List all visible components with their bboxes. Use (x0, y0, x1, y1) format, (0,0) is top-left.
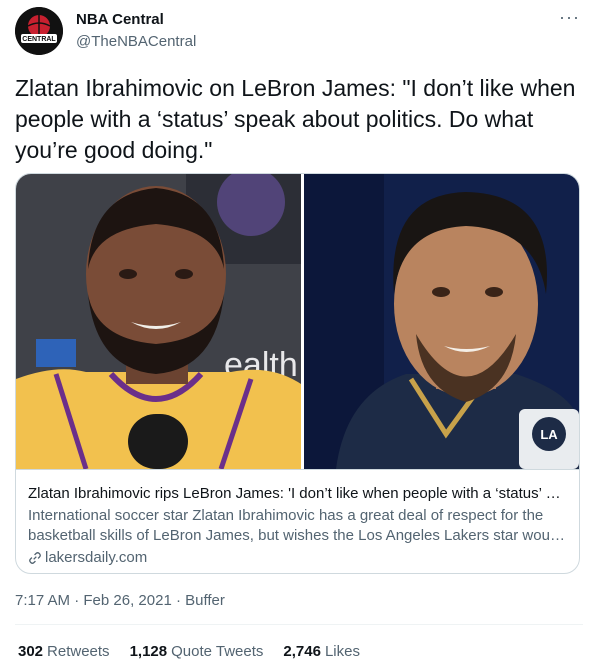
divider (15, 624, 583, 625)
quote-tweets-count: 1,128 (129, 643, 168, 660)
tweet-date[interactable]: Feb 26, 2021 (83, 592, 171, 609)
card-body: Zlatan Ibrahimovic rips LeBron James: 'I… (16, 469, 579, 573)
tweet-meta: 7:17 AM · Feb 26, 2021 · Buffer (15, 591, 225, 610)
likes-count: 2,746 (283, 643, 321, 660)
card-description: International soccer star Zlatan Ibrahim… (28, 507, 562, 544)
card-title[interactable]: Zlatan Ibrahimovic rips LeBron James: 'I… (28, 484, 567, 503)
likes-label: Likes (324, 643, 360, 660)
retweets-count: 302 (18, 643, 44, 660)
image-la-text: LA (540, 427, 558, 442)
user-handle[interactable]: @TheNBACentral (76, 32, 196, 51)
display-name[interactable]: NBA Central (76, 10, 196, 29)
nba-central-logo: CENTRAL (15, 7, 63, 55)
engagement-stats: 302 Retweets 1,128 Quote Tweets 2,746 Likes (18, 642, 360, 661)
meta-separator: · (171, 592, 186, 609)
card-domain-row[interactable]: lakersdaily.com (28, 548, 567, 567)
quote-tweets-stat[interactable]: 1,128 Quote Tweets (130, 642, 264, 661)
retweets-stat[interactable]: 302 Retweets (18, 642, 110, 661)
quote-tweets-label: Quote Tweets (171, 643, 264, 660)
tweet: CENTRAL NBA Central @TheNBACentral ··· Z… (0, 0, 598, 663)
tweet-text: Zlatan Ibrahimovic on LeBron James: "I d… (15, 75, 576, 163)
card-image: ealth LA (16, 174, 579, 469)
tweet-source[interactable]: Buffer (185, 592, 225, 609)
avatar-text: CENTRAL (22, 36, 56, 43)
more-options-icon[interactable]: ··· (559, 8, 580, 26)
likes-stat[interactable]: 2,746 Likes (283, 642, 360, 661)
card-domain: lakersdaily.com (45, 549, 148, 566)
author-block: NBA Central @TheNBACentral (76, 10, 196, 51)
link-preview-card[interactable]: ealth LA Zlatan Ibrahimovic rips LeBron … (15, 173, 580, 574)
tweet-time[interactable]: 7:17 AM (15, 592, 70, 609)
avatar[interactable]: CENTRAL (15, 7, 63, 55)
meta-separator: · (70, 592, 84, 609)
link-icon (29, 551, 41, 564)
retweets-label: Retweets (47, 643, 110, 660)
